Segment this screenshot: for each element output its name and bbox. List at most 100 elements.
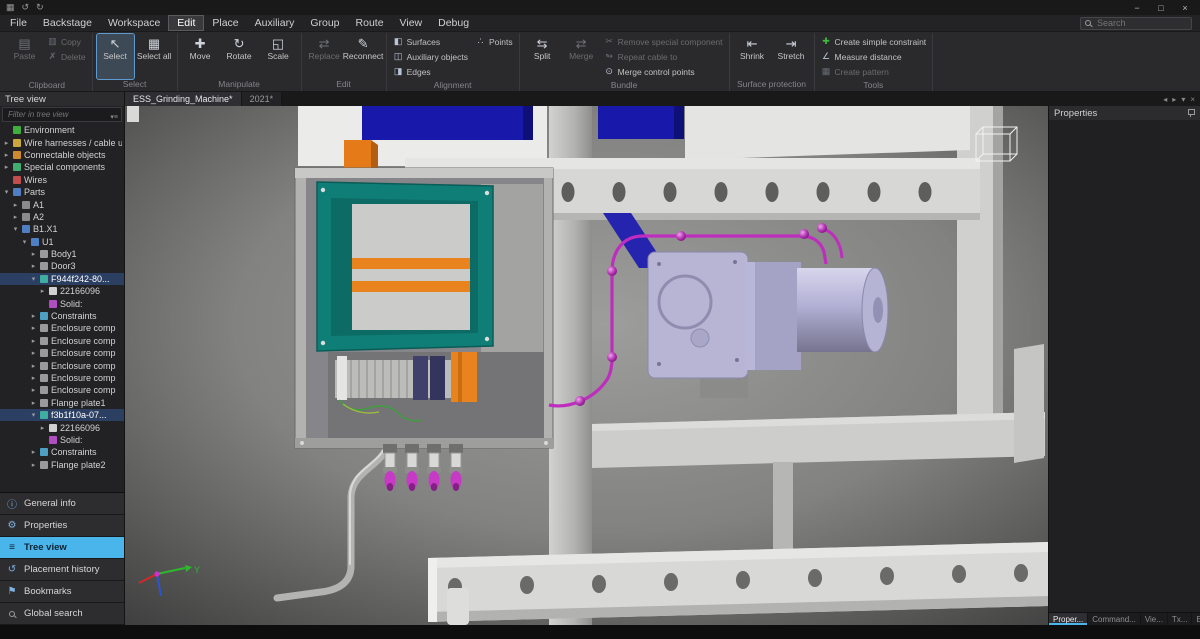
expand-icon[interactable]: ▸ xyxy=(30,262,37,270)
menu-item-edit[interactable]: Edit xyxy=(168,15,204,31)
tree-item-a1[interactable]: ▸A1 xyxy=(0,198,124,210)
menu-item-auxiliary[interactable]: Auxiliary xyxy=(247,15,303,31)
scene-canvas[interactable]: Y xyxy=(125,106,1048,625)
expand-icon[interactable]: ▸ xyxy=(39,424,46,432)
paste-button[interactable]: ▤Paste xyxy=(6,34,43,80)
tree-item-environment[interactable]: Environment xyxy=(0,124,124,136)
undo-icon[interactable]: ↺ xyxy=(22,2,30,13)
copy-button[interactable]: ▥Copy xyxy=(45,34,88,49)
tree-item-u1[interactable]: ▾U1 xyxy=(0,236,124,248)
merge-control-points-button[interactable]: ⊙Merge control points xyxy=(602,64,725,79)
pin-icon[interactable] xyxy=(1187,109,1195,117)
shrink-button[interactable]: ⇤Shrink xyxy=(734,34,771,79)
create-simple-constraint-button[interactable]: ✚Create simple constraint xyxy=(819,34,929,49)
viewport-3d[interactable]: Y xyxy=(125,106,1048,625)
points-button[interactable]: ∴Points xyxy=(473,34,515,49)
panel-button-bookmarks[interactable]: ⚑Bookmarks xyxy=(0,581,124,603)
tree-item-solid[interactable]: Solid: xyxy=(0,297,124,309)
expand-icon[interactable]: ▸ xyxy=(30,448,37,456)
menu-item-debug[interactable]: Debug xyxy=(430,15,477,31)
menu-item-backstage[interactable]: Backstage xyxy=(35,15,100,31)
close-button[interactable]: × xyxy=(1174,1,1196,14)
menu-item-group[interactable]: Group xyxy=(302,15,347,31)
remove-special-component-button[interactable]: ✂Remove special component xyxy=(602,34,725,49)
move-button[interactable]: ✚Move xyxy=(182,34,219,79)
select-button[interactable]: ↖Select xyxy=(97,34,134,79)
menu-item-file[interactable]: File xyxy=(2,15,35,31)
collapse-icon[interactable]: ▾ xyxy=(3,188,10,196)
tree-item-enclosure-comp[interactable]: ▸Enclosure comp xyxy=(0,384,124,396)
expand-icon[interactable]: ▸ xyxy=(3,163,10,171)
tree-item-wire-harnesses-cable-uni[interactable]: ▸Wire harnesses / cable uni xyxy=(0,136,124,148)
tree-item-enclosure-comp[interactable]: ▸Enclosure comp xyxy=(0,335,124,347)
expand-icon[interactable]: ▸ xyxy=(30,250,37,258)
properties-panel-header[interactable]: Properties xyxy=(1049,106,1200,120)
panel-button-general-info[interactable]: ⓘGeneral info xyxy=(0,493,124,515)
delete-button[interactable]: ✗Delete xyxy=(45,49,88,64)
right-tab-eplan-te[interactable]: EPLAN te... xyxy=(1192,613,1200,625)
tree-item-enclosure-comp[interactable]: ▸Enclosure comp xyxy=(0,347,124,359)
tab-close-icon[interactable]: × xyxy=(1190,95,1195,104)
redo-icon[interactable]: ↻ xyxy=(36,2,44,13)
expand-icon[interactable]: ▸ xyxy=(30,386,37,394)
tree-item-flange-plate1[interactable]: ▸Flange plate1 xyxy=(0,397,124,409)
expand-icon[interactable]: ▸ xyxy=(12,213,19,221)
select-all-button[interactable]: ▦Select all xyxy=(136,34,173,79)
search-input[interactable] xyxy=(1095,17,1187,29)
maximize-button[interactable]: □ xyxy=(1150,1,1172,14)
menu-item-view[interactable]: View xyxy=(392,15,431,31)
document-tab-ess-grinding-machine[interactable]: ESS_Grinding_Machine* xyxy=(125,92,242,106)
rotate-button[interactable]: ↻Rotate xyxy=(221,34,258,79)
tree-item-f944f242-80[interactable]: ▾F944f242-80... xyxy=(0,273,124,285)
expand-icon[interactable]: ▸ xyxy=(30,362,37,370)
panel-button-properties[interactable]: ⚙Properties xyxy=(0,515,124,537)
collapse-icon[interactable]: ▾ xyxy=(12,225,19,233)
tree-item-flange-plate2[interactable]: ▸Flange plate2 xyxy=(0,459,124,471)
tab-scroll-left-icon[interactable]: ◂ xyxy=(1163,95,1167,104)
tree-item-22166096[interactable]: ▸22166096 xyxy=(0,421,124,433)
expand-icon[interactable]: ▸ xyxy=(3,151,10,159)
replace-button[interactable]: ⇄Replace xyxy=(306,34,343,79)
collapse-icon[interactable]: ▾ xyxy=(30,275,37,283)
expand-icon[interactable]: ▸ xyxy=(30,399,37,407)
tree-item-enclosure-comp[interactable]: ▸Enclosure comp xyxy=(0,372,124,384)
tree-item-wires[interactable]: Wires xyxy=(0,174,124,186)
orange-bracket[interactable] xyxy=(344,140,378,171)
create-pattern-button[interactable]: ▦Create pattern xyxy=(819,64,929,79)
expand-icon[interactable]: ▸ xyxy=(30,349,37,357)
reconnect-button[interactable]: ✎Reconnect xyxy=(345,34,382,79)
tree-item-enclosure-comp[interactable]: ▸Enclosure comp xyxy=(0,359,124,371)
tree-item-enclosure-comp[interactable]: ▸Enclosure comp xyxy=(0,322,124,334)
right-tab-vie[interactable]: Vie... xyxy=(1141,613,1168,625)
right-tab-tx[interactable]: Tx... xyxy=(1168,613,1193,625)
search-box[interactable] xyxy=(1080,17,1192,30)
tree-item-f3b1f10a-07[interactable]: ▾f3b1f10a-07... xyxy=(0,409,124,421)
tree-item-a2[interactable]: ▸A2 xyxy=(0,211,124,223)
enclosure-model[interactable] xyxy=(295,168,553,448)
minimize-button[interactable]: − xyxy=(1126,1,1148,14)
scale-button[interactable]: ◱Scale xyxy=(260,34,297,79)
tree-item-constraints[interactable]: ▸Constraints xyxy=(0,310,124,322)
tree-item-solid[interactable]: Solid: xyxy=(0,434,124,446)
tree-item-b1-x1[interactable]: ▾B1.X1 xyxy=(0,223,124,235)
collapse-icon[interactable]: ▾ xyxy=(30,411,37,419)
menu-item-workspace[interactable]: Workspace xyxy=(100,15,168,31)
expand-icon[interactable]: ▸ xyxy=(30,374,37,382)
tree-item-constraints[interactable]: ▸Constraints xyxy=(0,446,124,458)
measure-distance-button[interactable]: ∠Measure distance xyxy=(819,49,929,64)
document-tab-2021[interactable]: 2021* xyxy=(242,92,283,106)
stretch-button[interactable]: ⇥Stretch xyxy=(773,34,810,79)
panel-button-tree-view[interactable]: ≡Tree view xyxy=(0,537,124,559)
expand-icon[interactable]: ▸ xyxy=(12,201,19,209)
app-icon[interactable]: ▦ xyxy=(6,2,15,13)
expand-icon[interactable]: ▸ xyxy=(30,312,37,320)
right-tab-proper[interactable]: Proper... xyxy=(1049,613,1088,625)
tree-filter-input[interactable] xyxy=(6,109,107,120)
expand-icon[interactable]: ▸ xyxy=(30,324,37,332)
surfaces-button[interactable]: ◧Surfaces xyxy=(391,34,470,49)
tree-filter[interactable]: ▾≡ xyxy=(2,107,122,122)
merge-button[interactable]: ⇄Merge xyxy=(563,34,600,80)
tree-item-body1[interactable]: ▸Body1 xyxy=(0,248,124,260)
menu-item-route[interactable]: Route xyxy=(348,15,392,31)
auxiliary-objects-button[interactable]: ◫Auxiliary objects xyxy=(391,49,470,64)
